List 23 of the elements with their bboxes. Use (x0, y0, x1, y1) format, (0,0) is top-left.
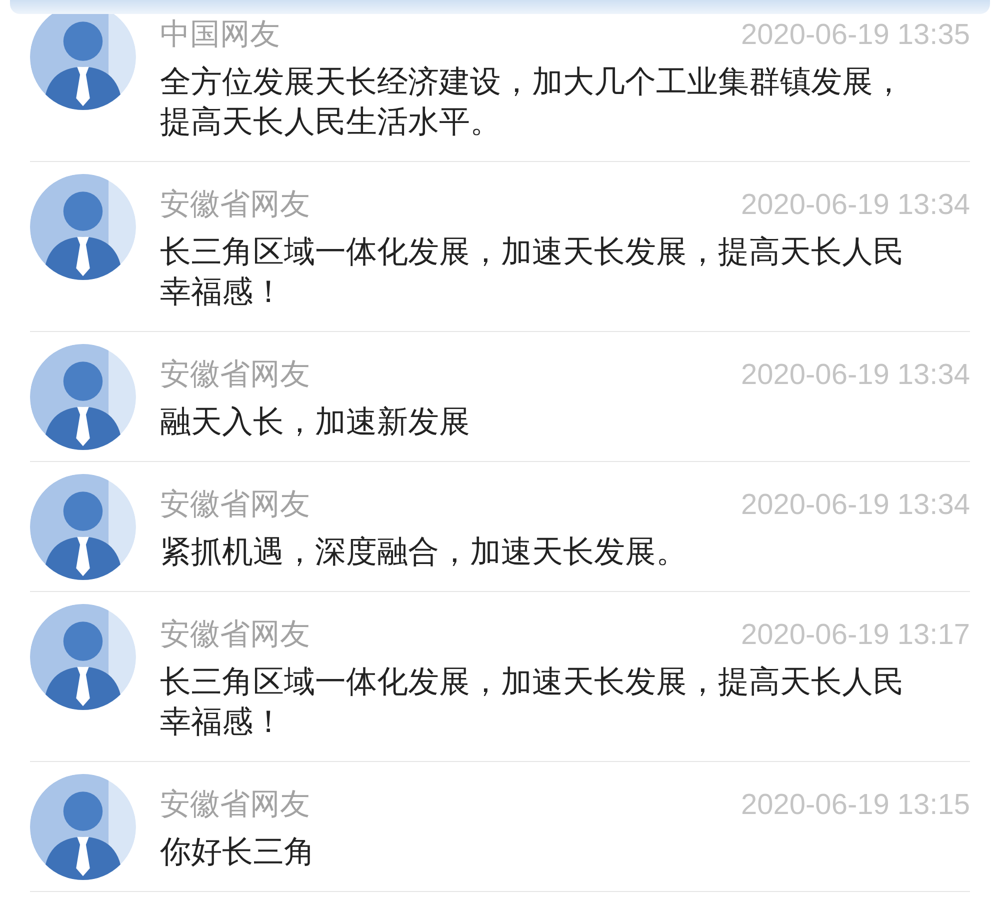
avatar-icon (30, 174, 136, 280)
user-name: 安徽省网友 (160, 786, 310, 824)
avatar-icon (30, 604, 136, 710)
timestamp: 2020-06-19 13:34 (741, 189, 970, 222)
timestamp: 2020-06-19 13:15 (741, 789, 970, 822)
timestamp: 2020-06-19 13:35 (741, 19, 970, 52)
user-name: 安徽省网友 (160, 616, 310, 654)
comment-text: 紧抓机遇，深度融合，加速天长发展。 (160, 533, 688, 572)
user-name: 安徽省网友 (160, 186, 310, 224)
timestamp: 2020-06-19 13:34 (741, 489, 970, 522)
avatar-icon (30, 474, 136, 580)
avatar-icon (30, 344, 136, 450)
user-name: 安徽省网友 (160, 356, 310, 394)
user-name: 安徽省网友 (160, 486, 310, 524)
comment-text: 全方位发展天长经济建设，加大几个工业集群镇发展，提高天长人民生活水平。 (160, 63, 905, 142)
timestamp: 2020-06-19 13:34 (741, 359, 970, 392)
timestamp: 2020-06-19 13:17 (741, 619, 970, 652)
comment-text: 长三角区域一体化发展，加速天长发展，提高天长人民幸福感！ (160, 233, 905, 312)
comment-text: 融天入长，加速新发展 (160, 403, 471, 442)
avatar-icon (30, 774, 136, 880)
comment-text: 长三角区域一体化发展，加速天长发展，提高天长人民幸福感！ (160, 663, 905, 742)
comment-text: 你好长三角 (160, 833, 316, 872)
user-name: 中国网友 (160, 16, 280, 54)
